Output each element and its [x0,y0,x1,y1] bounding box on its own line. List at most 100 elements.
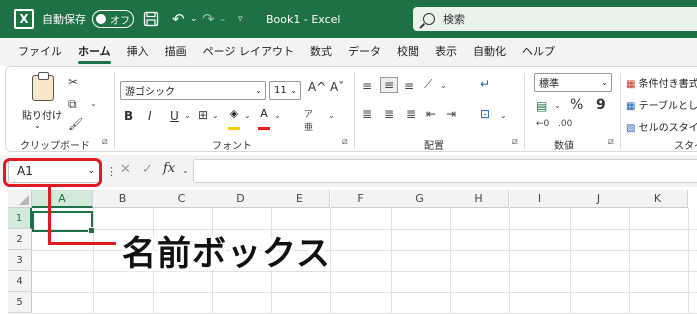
enter-icon[interactable]: ✓ [142,162,153,177]
paste-dropdown-icon[interactable]: ⌄ [34,121,41,130]
align-bottom-icon[interactable]: ≡ [404,79,414,93]
cancel-icon[interactable]: ✕ [120,162,131,177]
phonetic-dropdown-icon[interactable]: ⌄ [328,111,335,120]
grow-font-button[interactable]: A^ [308,80,326,94]
column-header-d[interactable]: D [211,190,271,208]
decrease-decimal-icon[interactable]: .00 [558,119,572,129]
row-header-1[interactable]: 1 [8,208,32,229]
format-painter-icon[interactable]: 🖌 [68,117,83,131]
search-box[interactable]: 検索 [413,7,697,31]
tab-1[interactable]: ホーム [70,38,119,66]
decrease-indent-icon[interactable]: ⇤ [426,107,436,121]
font-launcher-icon[interactable]: ⧄ [342,137,348,147]
phonetic-icon[interactable]: ア亜 [304,107,313,133]
column-header-c[interactable]: C [152,190,212,208]
gridline [391,208,392,314]
merge-center-icon[interactable]: ⊡ [480,107,490,121]
increase-indent-icon[interactable]: ⇥ [446,107,456,121]
paste-label[interactable]: 貼り付け [22,107,62,122]
tab-7[interactable]: 校閲 [389,38,427,66]
paste-icon[interactable] [32,72,54,101]
column-header-k[interactable]: K [628,190,688,208]
column-header-e[interactable]: E [270,190,330,208]
insert-function-button[interactable]: fx [163,161,175,176]
formula-input[interactable] [193,159,697,183]
orientation-icon[interactable]: ⟋ [424,77,432,92]
customize-qat-icon[interactable]: ▿ [238,0,243,38]
tab-5[interactable]: 数式 [302,38,340,66]
column-header-a[interactable]: A [32,190,93,208]
currency-icon[interactable]: ▤ [536,99,547,113]
underline-button[interactable]: U [170,109,179,123]
align-top-icon[interactable]: ≡ [362,79,372,93]
fill-dropdown-icon[interactable]: ⌄ [244,111,251,120]
formula-bar-resize-handle[interactable]: ⋮ [106,165,117,178]
font-color-icon[interactable]: A [258,107,270,133]
align-middle-icon[interactable]: ≡ [380,77,399,93]
cell-styles-button[interactable]: ▧ セルのスタイル [626,119,697,134]
comma-button[interactable]: 9 [596,97,606,113]
tab-8[interactable]: 表示 [427,38,465,66]
tab-6[interactable]: データ [340,38,389,66]
format-as-table-button[interactable]: ▦ テーブルとして [626,97,697,112]
search-placeholder: 検索 [443,13,465,26]
select-all-button[interactable] [8,190,32,208]
column-header-g[interactable]: G [390,190,450,208]
redo-icon[interactable]: ↷ [202,0,215,38]
align-center-icon[interactable]: ≣ [384,107,394,121]
tab-3[interactable]: 描画 [157,38,195,66]
alignment-group-label: 配置 [424,141,444,152]
orientation-dropdown-icon[interactable]: ⌄ [440,81,447,90]
column-header-b[interactable]: B [93,190,153,208]
autosave-toggle[interactable]: オフ [92,0,134,38]
active-cell-a1[interactable] [32,211,95,234]
percent-button[interactable]: % [570,97,583,113]
number-format-select[interactable]: 標準 ⌄ [534,73,612,92]
tab-9[interactable]: 自動化 [465,38,514,66]
tab-2[interactable]: 挿入 [119,38,157,66]
column-header-h[interactable]: H [449,190,509,208]
redo-dropdown-icon[interactable]: ⌄ [219,0,227,38]
divider [524,73,525,149]
conditional-formatting-button[interactable]: ▦ 条件付き書式 [626,75,697,90]
tab-4[interactable]: ページ レイアウト [195,38,302,66]
italic-button[interactable]: I [148,109,152,123]
align-right-icon[interactable]: ≣ [406,107,416,121]
row-header-5[interactable]: 5 [8,292,32,313]
align-left-icon[interactable]: ≣ [362,107,372,121]
font-name-select[interactable]: 游ゴシック ⌄ [120,81,266,100]
increase-decimal-icon[interactable]: ←0 [536,119,549,129]
merge-dropdown-icon[interactable]: ⌄ [500,111,507,120]
alignment-launcher-icon[interactable]: ⧄ [512,137,518,147]
cut-icon[interactable]: ✂ [68,75,78,89]
tab-10[interactable]: ヘルプ [514,38,563,66]
undo-dropdown-icon[interactable]: ⌄ [190,0,198,38]
gridline [32,292,697,293]
font-color-dropdown-icon[interactable]: ⌄ [274,111,281,120]
border-dropdown-icon[interactable]: ⌄ [212,111,219,120]
number-launcher-icon[interactable]: ⧄ [608,137,614,147]
undo-icon[interactable]: ↶ [172,0,185,38]
wrap-text-icon[interactable]: ↵ [480,77,490,91]
tab-0[interactable]: ファイル [10,38,70,66]
save-icon[interactable] [143,0,159,38]
row-header-4[interactable]: 4 [8,271,32,292]
function-dropdown-icon[interactable]: ⌄ [182,166,189,175]
bold-button[interactable]: B [124,109,133,123]
copy-dropdown-icon[interactable]: ⌄ [90,99,97,108]
currency-dropdown-icon[interactable]: ⌄ [554,101,561,110]
shrink-font-button[interactable]: Aˇ [330,80,344,94]
copy-icon[interactable]: ⧉ [68,97,77,112]
column-header-f[interactable]: F [331,190,391,208]
font-size-select[interactable]: 11 ⌄ [269,81,301,100]
underline-dropdown-icon[interactable]: ⌄ [184,111,191,120]
column-header-j[interactable]: J [569,190,629,208]
clipboard-launcher-icon[interactable]: ⧄ [102,137,108,147]
row-header-3[interactable]: 3 [8,250,32,271]
column-header-i[interactable]: I [510,190,570,208]
border-icon[interactable]: ⊞ [198,108,208,122]
worksheet-grid[interactable]: ABCDEFGHIJK 12345 [0,190,697,314]
fill-color-icon[interactable]: ◈ [228,107,240,133]
row-header-2[interactable]: 2 [8,229,32,250]
gridline [509,208,510,314]
